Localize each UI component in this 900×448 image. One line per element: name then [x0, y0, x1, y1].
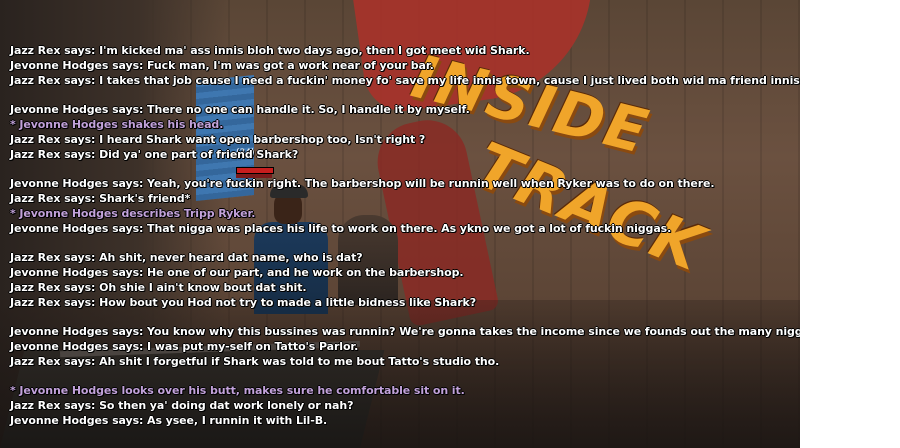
chat-spacer	[10, 369, 800, 383]
chat-say-line: Jazz Rex says: I'm kicked ma' ass innis …	[10, 44, 530, 57]
chat-say-line: Jevonne Hodges says: He one of our part,…	[10, 266, 464, 279]
chat-log: Jazz Rex says: I'm kicked ma' ass innis …	[10, 43, 800, 428]
chat-say-line: Jevonne Hodges says: I was put my-self o…	[10, 340, 359, 353]
chat-say-line: Jazz Rex says: I heard Shark want open b…	[10, 133, 426, 146]
chat-spacer	[10, 236, 800, 250]
chat-action-line: * Jevonne Hodges describes Tripp Ryker.	[10, 207, 256, 220]
chat-say-line: Jazz Rex says: Shark's friend*	[10, 192, 191, 205]
chat-spacer	[10, 88, 800, 102]
chat-say-line: Jevonne Hodges says: That nigga was plac…	[10, 222, 672, 235]
chat-say-line: Jevonne Hodges says: Fuck man, I'm was g…	[10, 59, 434, 72]
chat-spacer	[10, 310, 800, 324]
chat-action-line: * Jevonne Hodges looks over his butt, ma…	[10, 384, 465, 397]
chat-spacer	[10, 162, 800, 176]
chat-say-line: Jevonne Hodges says: Yeah, you're fuckin…	[10, 177, 715, 190]
chat-say-line: Jevonne Hodges says: As ysee, I runnin i…	[10, 414, 328, 427]
chat-say-line: Jazz Rex says: How bout you Hod not try …	[10, 296, 477, 309]
chat-action-line: * Jevonne Hodges shakes his head.	[10, 118, 224, 131]
chat-say-line: Jazz Rex says: Did ya' one part of frien…	[10, 148, 299, 161]
game-viewport: INSIDE TRACK (34) Jazz Rex says: I'm kic…	[0, 0, 800, 448]
chat-say-line: Jazz Rex says: Ah shit, never heard dat …	[10, 251, 363, 264]
chat-say-line: Jazz Rex says: So then ya' doing dat wor…	[10, 399, 354, 412]
chat-say-line: Jazz Rex says: Ah shit I forgetful if Sh…	[10, 355, 500, 368]
chat-say-line: Jazz Rex says: Oh shie I ain't know bout…	[10, 281, 307, 294]
chat-say-line: Jevonne Hodges says: There no one can ha…	[10, 103, 470, 116]
chat-say-line: Jazz Rex says: I takes that job cause I …	[10, 74, 800, 87]
chat-say-line: Jevonne Hodges says: You know why this b…	[10, 325, 800, 338]
